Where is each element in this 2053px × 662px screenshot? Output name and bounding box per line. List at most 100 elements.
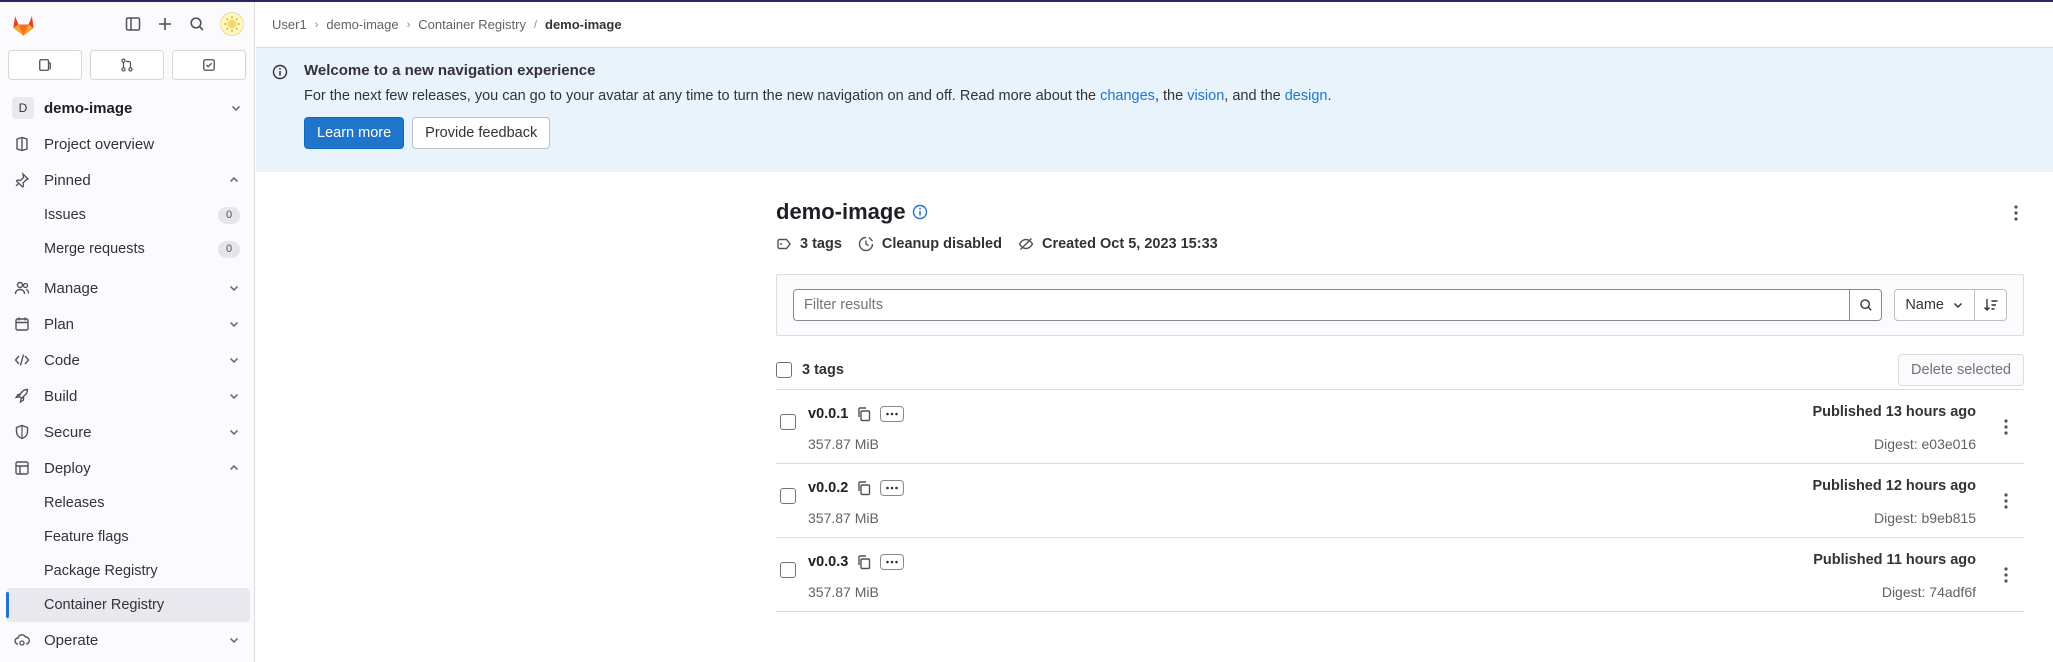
sidebar-item-pinned[interactable]: Pinned bbox=[0, 162, 254, 198]
sidebar-item-label: Project overview bbox=[44, 135, 155, 153]
sidebar-item-package-registry[interactable]: Package Registry bbox=[0, 554, 254, 588]
calendar-icon bbox=[14, 316, 30, 332]
copy-icon[interactable] bbox=[856, 406, 872, 422]
chevron-down-icon bbox=[1953, 302, 1963, 309]
breadcrumb-separator-icon: / bbox=[533, 18, 538, 31]
sidebar-item-manage[interactable]: Manage bbox=[0, 270, 254, 306]
created-text: Created Oct 5, 2023 15:33 bbox=[1041, 236, 1218, 252]
sidebar-project-switcher[interactable]: D demo-image bbox=[0, 90, 254, 126]
tag-name: v0.0.2 bbox=[808, 480, 849, 496]
sidebar-item-issues[interactable]: Issues 0 bbox=[0, 198, 254, 232]
merge-request-icon bbox=[121, 58, 133, 72]
assigned-issues-button[interactable] bbox=[8, 50, 82, 80]
todos-button[interactable] bbox=[172, 50, 246, 80]
sort-direction-button[interactable] bbox=[1975, 289, 2007, 321]
sidebar-item-container-registry[interactable]: Container Registry bbox=[6, 588, 250, 622]
select-all-checkbox[interactable] bbox=[776, 361, 792, 378]
sidebar-item-merge-requests[interactable]: Merge requests 0 bbox=[0, 232, 254, 266]
ellipsis-icon[interactable] bbox=[880, 406, 905, 422]
sidebar-item-label: Container Registry bbox=[44, 597, 165, 613]
sort-field-label: Name bbox=[1905, 297, 1944, 313]
ellipsis-icon[interactable] bbox=[880, 480, 905, 496]
sidebar-item-feature-flags[interactable]: Feature flags bbox=[0, 520, 254, 554]
title-row: demo-image bbox=[776, 196, 2024, 228]
tag-size: 357.87 MiB bbox=[808, 584, 879, 600]
breadcrumb-item-user[interactable]: User1 bbox=[272, 17, 307, 32]
tags-list-header: 3 tags Delete selected bbox=[776, 350, 2024, 390]
tag-name: v0.0.3 bbox=[808, 554, 849, 570]
sidebar: D demo-image Project overview Pinned Iss… bbox=[0, 2, 255, 662]
merge-requests-button[interactable] bbox=[90, 50, 164, 80]
sidebar-toggle-icon[interactable] bbox=[124, 15, 142, 33]
merge-requests-count-badge: 0 bbox=[218, 240, 240, 258]
breadcrumb-item-registry[interactable]: Container Registry bbox=[418, 17, 526, 32]
tag-checkbox[interactable] bbox=[780, 414, 796, 430]
tags-list: v0.0.1 357.87 MiB Published 13 hours ago… bbox=[776, 390, 2024, 612]
tag-name: v0.0.1 bbox=[808, 406, 849, 422]
project-name: demo-image bbox=[44, 99, 133, 117]
tag-icon bbox=[776, 236, 792, 252]
tag-published: Published 12 hours ago bbox=[1812, 478, 1976, 494]
sidebar-item-label: Merge requests bbox=[44, 241, 145, 257]
more-actions-icon[interactable] bbox=[1998, 566, 2014, 584]
sidebar-item-plan[interactable]: Plan bbox=[0, 306, 254, 342]
provide-feedback-button[interactable]: Provide feedback bbox=[412, 117, 551, 149]
chevron-down-icon bbox=[229, 429, 239, 436]
registry-details: demo-image 3 tags Cleanup disabled Creat… bbox=[776, 196, 2024, 612]
tag-name-group: v0.0.1 bbox=[808, 406, 905, 422]
chevron-down-icon bbox=[229, 285, 239, 292]
sidebar-item-build[interactable]: Build bbox=[0, 378, 254, 414]
sidebar-item-releases[interactable]: Releases bbox=[0, 486, 254, 520]
banner-text-part: . bbox=[1327, 88, 1332, 104]
sidebar-header bbox=[0, 2, 254, 46]
changes-link[interactable]: changes bbox=[1100, 88, 1155, 104]
sidebar-item-label: Feature flags bbox=[44, 529, 129, 545]
filter-bar: Name bbox=[776, 274, 2024, 336]
table-row: v0.0.1 357.87 MiB Published 13 hours ago… bbox=[776, 390, 2024, 464]
more-actions-icon[interactable] bbox=[1998, 418, 2014, 436]
banner-text-part: For the next few releases, you can go to… bbox=[304, 88, 1101, 104]
ellipsis-icon[interactable] bbox=[880, 554, 905, 570]
info-icon[interactable] bbox=[912, 204, 928, 220]
copy-icon[interactable] bbox=[856, 480, 872, 496]
shield-icon bbox=[14, 424, 30, 440]
info-icon bbox=[272, 64, 288, 80]
tag-checkbox[interactable] bbox=[780, 488, 796, 504]
code-icon bbox=[14, 352, 30, 368]
chevron-down-icon bbox=[231, 105, 241, 112]
copy-icon[interactable] bbox=[856, 554, 872, 570]
sort-field-dropdown[interactable]: Name bbox=[1894, 289, 1975, 321]
sidebar-counters bbox=[0, 46, 254, 80]
search-icon[interactable] bbox=[188, 15, 206, 33]
users-icon bbox=[14, 280, 30, 296]
search-button[interactable] bbox=[1850, 289, 1883, 321]
sidebar-item-secure[interactable]: Secure bbox=[0, 414, 254, 450]
sidebar-item-label: Issues bbox=[44, 207, 86, 223]
created-meta: Created Oct 5, 2023 15:33 bbox=[1018, 236, 1218, 252]
more-actions-icon[interactable] bbox=[2008, 204, 2024, 222]
sidebar-item-operate[interactable]: Operate bbox=[0, 622, 254, 658]
thumbtack-icon bbox=[14, 172, 30, 188]
main-content: User1 › demo-image › Container Registry … bbox=[256, 2, 2053, 662]
vision-link[interactable]: vision bbox=[1187, 88, 1224, 104]
plus-icon[interactable] bbox=[156, 15, 174, 33]
sidebar-item-deploy[interactable]: Deploy bbox=[0, 450, 254, 486]
more-actions-icon[interactable] bbox=[1998, 492, 2014, 510]
learn-more-button[interactable]: Learn more bbox=[304, 117, 405, 149]
breadcrumb-current[interactable]: demo-image bbox=[545, 17, 622, 32]
project-icon bbox=[14, 136, 30, 152]
tag-digest: Digest: 74adf6f bbox=[1881, 584, 1976, 600]
design-link[interactable]: design bbox=[1285, 88, 1328, 104]
delete-selected-button[interactable]: Delete selected bbox=[1898, 353, 2024, 386]
banner-text: For the next few releases, you can go to… bbox=[304, 88, 2037, 104]
sidebar-item-code[interactable]: Code bbox=[0, 342, 254, 378]
sidebar-item-project-overview[interactable]: Project overview bbox=[0, 126, 254, 162]
issues-count-badge: 0 bbox=[218, 206, 240, 224]
gitlab-logo-icon[interactable] bbox=[10, 11, 37, 38]
tag-digest: Digest: e03e016 bbox=[1874, 436, 1976, 452]
filter-input[interactable] bbox=[793, 289, 1851, 321]
breadcrumb-item-project[interactable]: demo-image bbox=[326, 17, 398, 32]
user-avatar[interactable] bbox=[220, 12, 244, 36]
banner-actions: Learn more Provide feedback bbox=[304, 117, 2037, 149]
tag-checkbox[interactable] bbox=[780, 562, 796, 578]
